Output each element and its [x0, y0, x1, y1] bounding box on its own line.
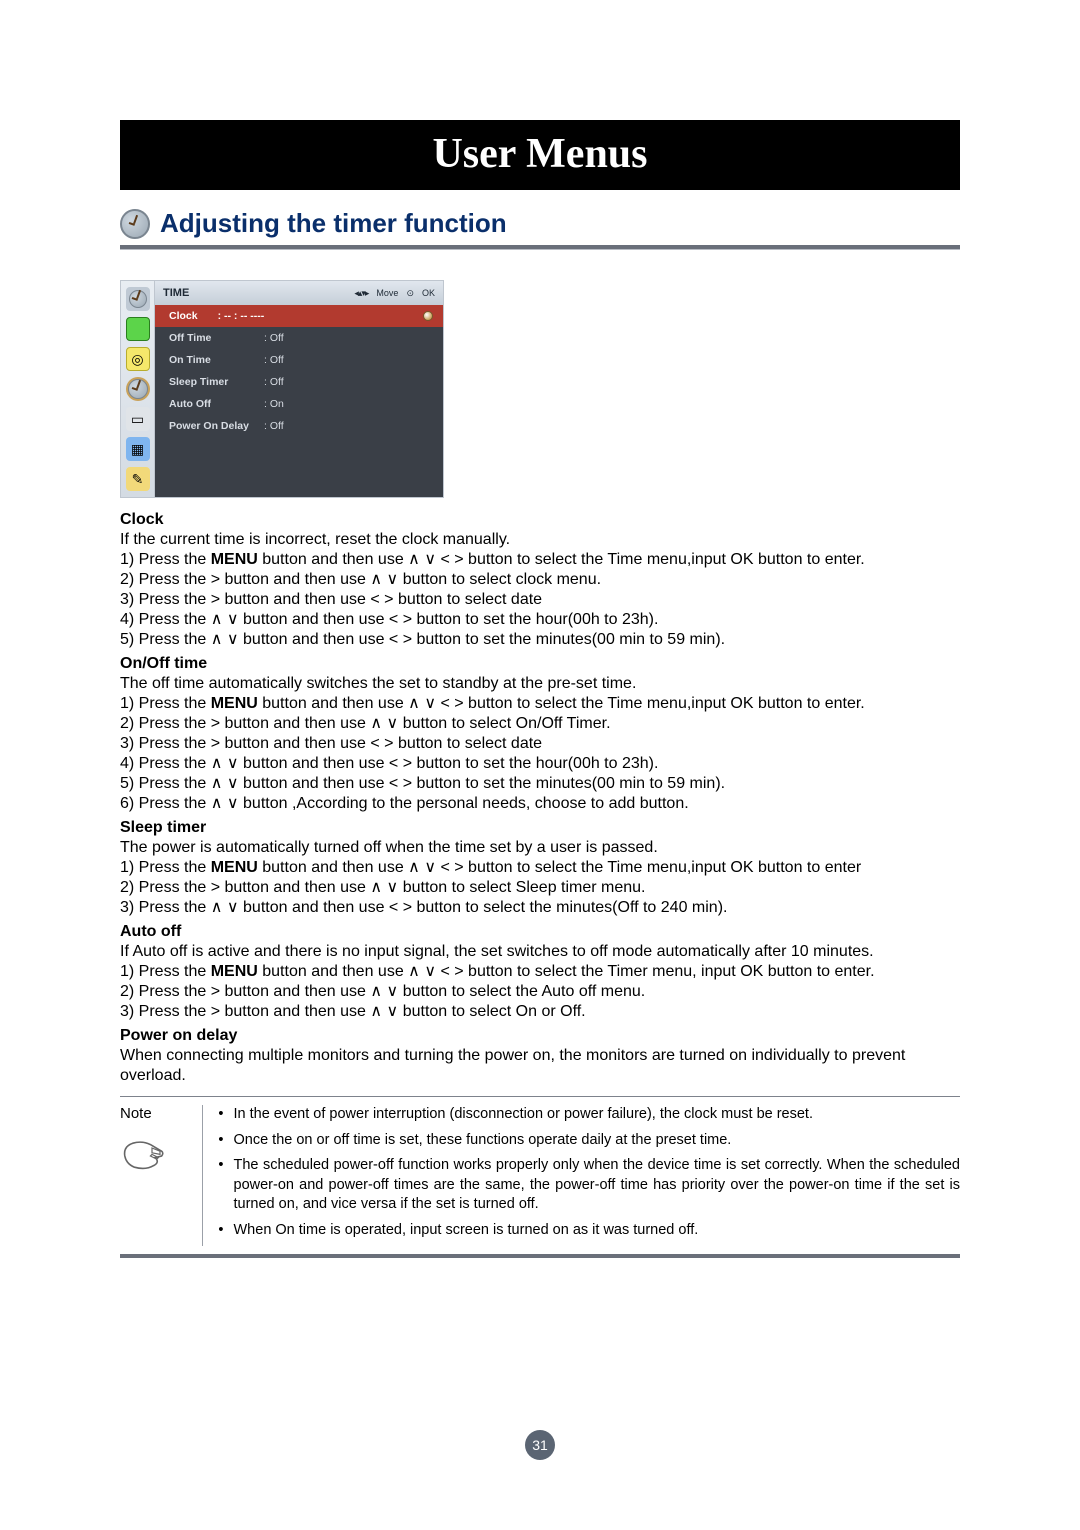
osd-row: Sleep Timer: Off	[155, 371, 443, 393]
osd-row: On Time: Off	[155, 349, 443, 371]
text: 4) Press the ∧ ∨ button and then use < >…	[120, 754, 960, 774]
osd-panel: TIME ◂▴▾▸ Move ⊙ OK Clock: -- : -- ---- …	[154, 280, 444, 498]
text: 1) Press the MENU button and then use ∧ …	[120, 962, 960, 982]
footer-rule	[120, 1254, 960, 1258]
osd-header: TIME ◂▴▾▸ Move ⊙ OK	[155, 281, 443, 305]
sleep-heading: Sleep timer	[120, 818, 960, 838]
osd-side-audio-icon: ◎	[126, 347, 150, 371]
text: If the current time is incorrect, reset …	[120, 530, 960, 550]
osd-side-option-icon: ▭	[126, 407, 150, 431]
note-label: Note	[120, 1105, 190, 1122]
note-label-col: Note	[120, 1105, 190, 1178]
text: 3) Press the > button and then use ∧ ∨ b…	[120, 1002, 960, 1022]
note-item: Once the on or off time is set, these fu…	[218, 1131, 960, 1151]
osd-sidebar: ◎ ▭ ▦ ✎	[120, 280, 154, 498]
page: User Menus Adjusting the timer function …	[0, 0, 1080, 1298]
osd-row-selected: Clock: -- : -- ----	[155, 305, 443, 327]
text: 3) Press the > button and then use < > b…	[120, 590, 960, 610]
selection-dot-icon	[423, 311, 433, 321]
move-arrows-icon: ◂▴▾▸	[354, 288, 368, 299]
section-header: Adjusting the timer function	[120, 208, 960, 239]
text: The power is automatically turned off wh…	[120, 838, 960, 858]
text: The off time automatically switches the …	[120, 674, 960, 694]
text: 2) Press the > button and then use ∧ ∨ b…	[120, 878, 960, 898]
note-item: When On time is operated, input screen i…	[218, 1221, 960, 1241]
divider	[120, 1096, 960, 1097]
osd-side-usb-icon: ✎	[126, 467, 150, 491]
text: 5) Press the ∧ ∨ button and then use < >…	[120, 774, 960, 794]
osd-nav-ok: OK	[422, 288, 435, 298]
text: 2) Press the > button and then use ∧ ∨ b…	[120, 982, 960, 1002]
note-item: In the event of power interruption (disc…	[218, 1105, 960, 1125]
osd-nav-move: Move	[376, 288, 398, 298]
text: 2) Press the > button and then use ∧ ∨ b…	[120, 714, 960, 734]
pod-heading: Power on delay	[120, 1026, 960, 1046]
text: 3) Press the > button and then use < > b…	[120, 734, 960, 754]
text: 6) Press the ∧ ∨ button ,According to th…	[120, 794, 960, 814]
text: 5) Press the ∧ ∨ button and then use < >…	[120, 630, 960, 650]
text: 1) Press the MENU button and then use ∧ …	[120, 858, 960, 878]
text: 3) Press the ∧ ∨ button and then use < >…	[120, 898, 960, 918]
osd-row: Off Time: Off	[155, 327, 443, 349]
osd-side-clock-icon	[126, 287, 150, 311]
osd-side-picture-icon	[126, 317, 150, 341]
body-text: Clock If the current time is incorrect, …	[120, 510, 960, 1086]
osd-title: TIME	[163, 287, 189, 299]
note-block: Note In the event of power interruption …	[120, 1105, 960, 1246]
onoff-heading: On/Off time	[120, 654, 960, 674]
chapter-title: User Menus	[120, 120, 960, 190]
osd-screenshot: ◎ ▭ ▦ ✎ TIME ◂▴▾▸ Move ⊙ OK Clock: -- : …	[120, 280, 960, 498]
section-heading: Adjusting the timer function	[160, 208, 507, 239]
page-number: 31	[525, 1430, 555, 1460]
osd-side-tile-icon: ▦	[126, 437, 150, 461]
text: When connecting multiple monitors and tu…	[120, 1046, 960, 1086]
osd-row: Power On Delay: Off	[155, 415, 443, 460]
clock-icon	[128, 379, 148, 399]
text: 4) Press the ∧ ∨ button and then use < >…	[120, 610, 960, 630]
text: 1) Press the MENU button and then use ∧ …	[120, 694, 960, 714]
text: 1) Press the MENU button and then use ∧ …	[120, 550, 960, 570]
section-rule	[120, 245, 960, 250]
clock-heading: Clock	[120, 510, 960, 530]
text: 2) Press the > button and then use ∧ ∨ b…	[120, 570, 960, 590]
note-item: The scheduled power-off function works p…	[218, 1156, 960, 1215]
osd-row-label: Clock: -- : -- ----	[169, 310, 264, 322]
text: If Auto off is active and there is no in…	[120, 942, 960, 962]
clock-icon	[120, 209, 150, 239]
ok-dot-icon: ⊙	[406, 288, 414, 299]
osd-row: Auto Off: On	[155, 393, 443, 415]
note-list: In the event of power interruption (disc…	[214, 1105, 960, 1246]
clock-icon	[129, 290, 147, 308]
hand-pointing-icon	[120, 1130, 168, 1174]
auto-heading: Auto off	[120, 922, 960, 942]
osd-side-time-icon	[126, 377, 150, 401]
